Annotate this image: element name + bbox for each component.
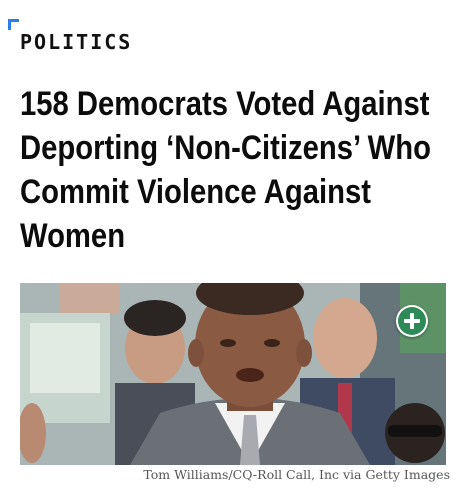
photo-credit: Tom Williams/CQ-Roll Call, Inc via Getty… (143, 467, 450, 482)
add-button[interactable] (396, 305, 428, 337)
plus-circle-icon (398, 307, 426, 335)
article-photo[interactable] (20, 283, 446, 465)
photo-illustration (20, 283, 446, 465)
section-label[interactable]: POLITICS (20, 30, 132, 54)
article-headline[interactable]: 158 Democrats Voted Against Deporting ‘N… (20, 82, 450, 258)
section-marker-icon (8, 19, 19, 30)
